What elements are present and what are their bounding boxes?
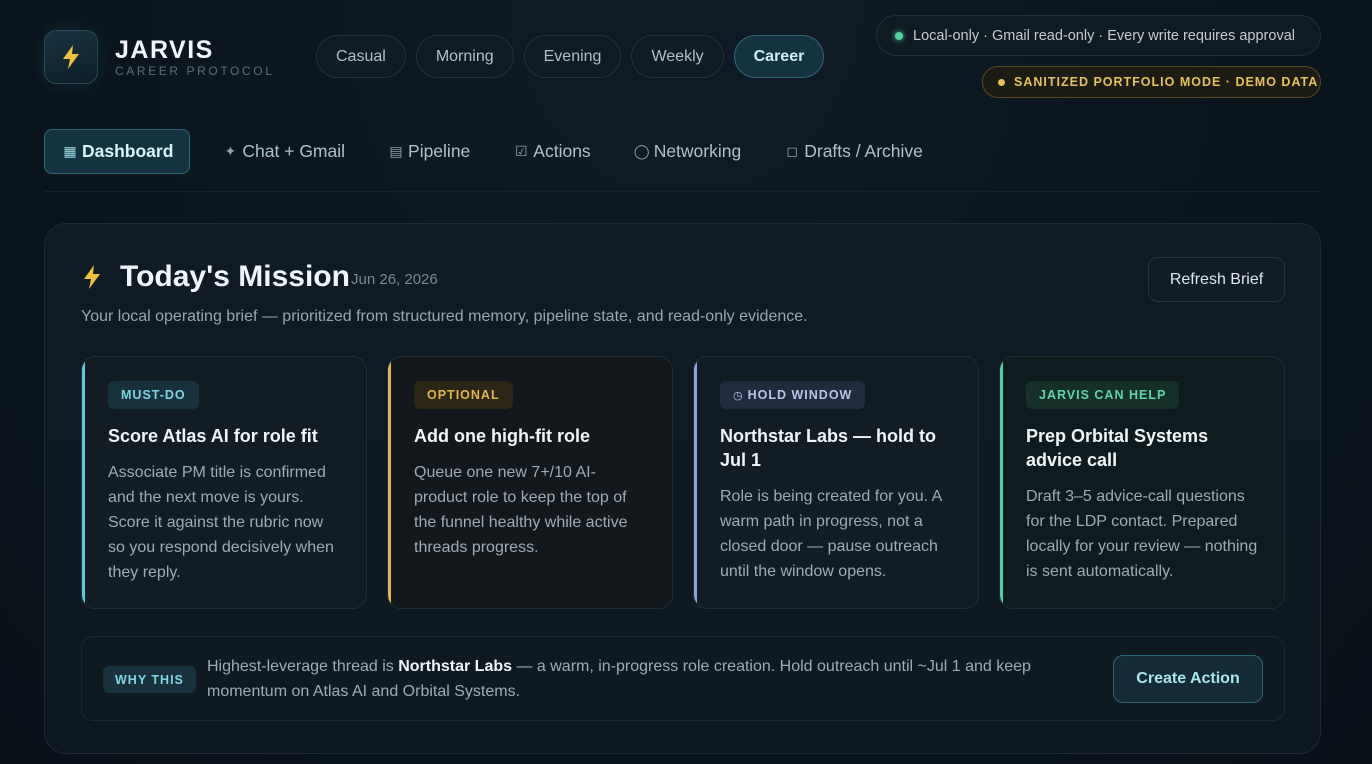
main-nav: ▦ Dashboard ✦ Chat + Gmail ▤ Pipeline ☑ … — [44, 129, 949, 174]
mode-switcher: Casual Morning Evening Weekly Career — [316, 35, 825, 78]
card-body: Role is being created for you. A warm pa… — [720, 488, 942, 580]
mission-date: Jun 26, 2026 — [351, 271, 438, 288]
mission-panel: Today's Mission Jun 26, 2026 Your local … — [44, 223, 1321, 754]
create-action-button[interactable]: Create Action — [1113, 655, 1263, 703]
tab-actions-label: Actions — [533, 141, 591, 161]
brand-logo — [44, 30, 98, 84]
refresh-brief-button[interactable]: Refresh Brief — [1148, 257, 1285, 302]
card-badge: OPTIONAL — [414, 381, 513, 409]
clock-icon: ◷ — [733, 389, 744, 402]
lightning-bolt-icon — [63, 45, 79, 69]
tab-drafts-archive[interactable]: ◻ Drafts / Archive — [767, 129, 939, 174]
card-must-do[interactable]: MUST-DO Score Atlas AI for role fit Asso… — [81, 356, 367, 609]
nav-divider — [44, 191, 1321, 192]
mode-weekly[interactable]: Weekly — [631, 35, 724, 78]
mode-career[interactable]: Career — [733, 35, 825, 78]
card-title: Northstar Labs — hold to Jul 1 — [720, 426, 936, 470]
lightning-bolt-icon — [84, 265, 100, 289]
tab-networking[interactable]: ◯ Networking — [617, 129, 758, 174]
privacy-status: Local-only · Gmail read-only · Every wri… — [876, 15, 1321, 56]
status-dot-icon — [895, 31, 903, 40]
card-title: Prep Orbital Systems advice call — [1026, 426, 1209, 470]
why-highlight: Northstar Labs — [398, 658, 513, 675]
card-body: Draft 3–5 advice-call questions for the … — [1026, 488, 1258, 580]
card-badge: MUST-DO — [108, 381, 199, 409]
circle-icon: ◯ — [633, 143, 650, 159]
card-optional[interactable]: OPTIONAL Add one high-fit role Queue one… — [387, 356, 673, 609]
card-title: Add one high-fit role — [414, 426, 590, 446]
brand-subtitle: CAREER PROTOCOL — [115, 64, 275, 78]
tab-dashboard-label: Dashboard — [82, 141, 174, 161]
square-icon: ◻ — [786, 143, 799, 159]
checkbox-icon: ☑ — [515, 143, 528, 159]
demo-dot-icon — [998, 78, 1005, 86]
card-hold-window[interactable]: ◷ HOLD WINDOW Northstar Labs — hold to J… — [693, 356, 979, 609]
tab-pipeline[interactable]: ▤ Pipeline — [371, 129, 486, 174]
mission-subtitle: Your local operating brief — prioritized… — [81, 308, 808, 325]
card-body: Queue one new 7+/10 AI-product role to k… — [414, 464, 628, 556]
mode-morning[interactable]: Morning — [415, 35, 514, 78]
card-badge: JARVIS CAN HELP — [1026, 381, 1180, 409]
sparkle-icon: ✦ — [224, 143, 237, 159]
card-body: Associate PM title is confirmed and the … — [108, 464, 334, 581]
card-jarvis-can-help[interactable]: JARVIS CAN HELP Prep Orbital Systems adv… — [999, 356, 1285, 609]
tab-networking-label: Networking — [653, 141, 742, 161]
list-icon: ▤ — [389, 143, 403, 159]
grid-icon: ▦ — [63, 143, 77, 159]
mode-evening[interactable]: Evening — [523, 35, 622, 78]
why-this-badge: WHY THIS — [103, 666, 196, 693]
mission-cards: MUST-DO Score Atlas AI for role fit Asso… — [81, 356, 1285, 609]
why-this-text: Highest-leverage thread is Northstar Lab… — [207, 658, 1031, 700]
tab-actions[interactable]: ☑ Actions — [496, 129, 606, 174]
card-badge: ◷ HOLD WINDOW — [720, 381, 866, 409]
tab-chat-gmail[interactable]: ✦ Chat + Gmail — [205, 129, 361, 174]
tab-pipeline-label: Pipeline — [408, 141, 471, 161]
card-title: Score Atlas AI for role fit — [108, 426, 318, 446]
demo-mode-banner: SANITIZED PORTFOLIO MODE · DEMO DATA — [982, 66, 1321, 98]
brand-title: JARVIS — [115, 36, 214, 64]
mission-title: Today's Mission — [120, 260, 350, 293]
tab-drafts-archive-label: Drafts / Archive — [804, 141, 923, 161]
tab-dashboard[interactable]: ▦ Dashboard — [44, 129, 191, 174]
demo-mode-text: SANITIZED PORTFOLIO MODE · DEMO DATA — [1014, 75, 1319, 89]
tab-chat-gmail-label: Chat + Gmail — [242, 141, 346, 161]
mode-casual[interactable]: Casual — [316, 35, 406, 78]
why-this-row: WHY THIS Highest-leverage thread is Nort… — [81, 636, 1285, 721]
privacy-status-text: Local-only · Gmail read-only · Every wri… — [913, 27, 1295, 44]
